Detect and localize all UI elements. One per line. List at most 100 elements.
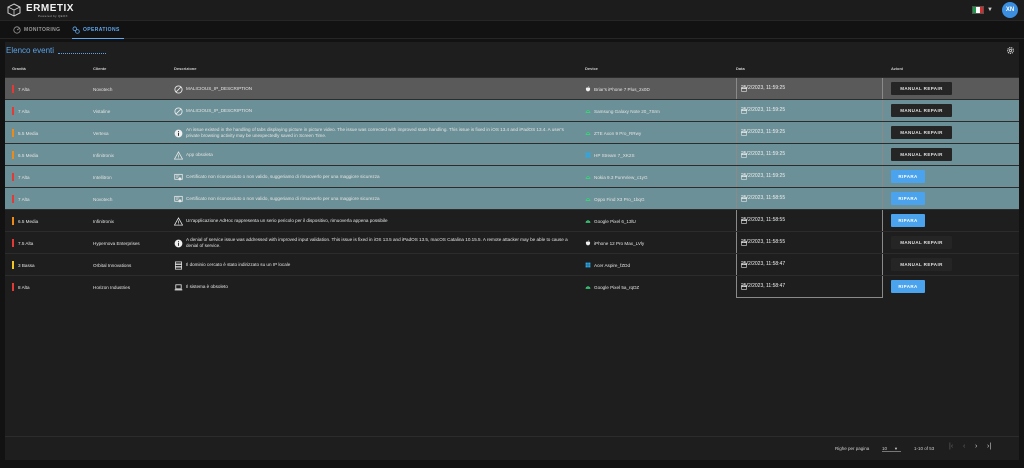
table-row[interactable]: 3 Bassa Orbital Innovations Il dominio cer… bbox=[5, 253, 1019, 276]
chevron-down-icon: ▼ bbox=[894, 446, 898, 451]
description-text: MALICIOUS_IP_DESCRIPTION bbox=[186, 86, 253, 91]
severity-cell: 7 Alta bbox=[12, 188, 30, 210]
action-label: MANUAL REPAIR bbox=[900, 108, 943, 113]
client-name: Vistaline bbox=[93, 108, 111, 114]
severity-cell: 8 Alta bbox=[12, 276, 30, 298]
user-avatar[interactable]: XN bbox=[1002, 2, 1018, 18]
brand-name: ERMETIX bbox=[26, 3, 74, 14]
server-icon bbox=[174, 261, 183, 270]
ripara-button[interactable]: RIPARA bbox=[891, 192, 925, 205]
client-cell: Novotech bbox=[93, 188, 112, 210]
next-page-button[interactable]: › bbox=[975, 443, 977, 450]
header-severity[interactable]: Gravità bbox=[12, 66, 26, 71]
first-page-button[interactable]: |‹ bbox=[949, 443, 953, 450]
device-cell: Google Pixel 6_13lU bbox=[585, 210, 636, 232]
previous-page-button[interactable]: ‹ bbox=[963, 443, 965, 450]
manual-repair-button[interactable]: MANUAL REPAIR bbox=[891, 148, 952, 161]
manual-repair-button[interactable]: MANUAL REPAIR bbox=[891, 258, 952, 271]
manual-repair-button[interactable]: MANUAL REPAIR bbox=[891, 104, 952, 117]
block-icon bbox=[174, 106, 183, 116]
severity-indicator bbox=[12, 239, 14, 247]
severity-cell: 7 Alta bbox=[12, 100, 30, 122]
ripara-button[interactable]: RIPARA bbox=[891, 214, 925, 227]
client-cell: Hypernova Enterprises bbox=[93, 232, 140, 254]
header-device[interactable]: Device bbox=[585, 66, 598, 71]
operations-icon bbox=[72, 26, 80, 34]
rows-per-page-select[interactable]: 10 ▼ bbox=[882, 446, 902, 452]
table-row[interactable]: 7 Alta Novotech MALICIOUS_IP_DESCRIPTION Br… bbox=[5, 77, 1019, 100]
table-row[interactable]: 7 Alta Intellitron Certificato non riconos… bbox=[5, 165, 1019, 188]
brand-subtitle: Powered by QEOX bbox=[38, 14, 68, 18]
header-client[interactable]: Cliente bbox=[93, 66, 106, 71]
table-row[interactable]: 8 Alta Horizon Industries Il sistema è obs… bbox=[5, 275, 1019, 298]
device-cell: Briar's iPhone 7 Plus_2x0D bbox=[585, 78, 650, 100]
monitoring-icon bbox=[13, 26, 21, 34]
device-cell: Nokia 9.3 PureView_c1yG bbox=[585, 166, 648, 188]
tab-monitoring[interactable]: MONITORING bbox=[13, 21, 61, 39]
table-footer: Righe per pagina 10 ▼ 1-10 of 53 |‹ ‹ › … bbox=[5, 436, 1019, 460]
severity-value: 7 Alta bbox=[18, 86, 30, 92]
language-selector[interactable]: ▼ bbox=[972, 6, 994, 15]
laptop-icon bbox=[174, 283, 183, 292]
android-icon bbox=[585, 284, 591, 290]
date-value: 25/2/2023, 11:58:47 bbox=[741, 261, 786, 267]
severity-value: 3 Bassa bbox=[18, 262, 35, 268]
description-text: Certificato non riconosciuto o non valid… bbox=[186, 174, 380, 179]
severity-value: 7 Alta bbox=[18, 108, 30, 114]
client-cell: Intellitron bbox=[93, 166, 112, 188]
tab-operations[interactable]: OPERATIONS bbox=[72, 21, 124, 39]
table-row[interactable]: 6.5 Media Infinitronix Un'applicazione AdH… bbox=[5, 209, 1019, 232]
table-row[interactable]: 7 Alta Novotech Certificato non riconosciu… bbox=[5, 187, 1019, 210]
date-value: 25/2/2023, 11:59:25 bbox=[741, 173, 786, 179]
severity-indicator bbox=[12, 85, 14, 93]
info-icon bbox=[174, 239, 183, 248]
client-name: Novotech bbox=[93, 196, 113, 202]
date-value: 25/2/2023, 11:59:25 bbox=[741, 151, 786, 157]
header-actions: Azioni bbox=[891, 66, 903, 71]
header-description[interactable]: Descrizione bbox=[174, 66, 196, 71]
settings-gear-icon[interactable] bbox=[1006, 46, 1015, 55]
android-icon bbox=[585, 174, 591, 180]
android-icon bbox=[585, 130, 591, 136]
title-underline bbox=[58, 53, 107, 54]
client-name: Infinitronix bbox=[93, 152, 114, 158]
manual-repair-button[interactable]: MANUAL REPAIR bbox=[891, 236, 952, 249]
date-value: 25/2/2023, 11:58:47 bbox=[741, 283, 786, 289]
severity-indicator bbox=[12, 173, 14, 181]
table-header: Gravità Cliente Descrizione Device Data … bbox=[5, 63, 1019, 76]
client-cell: Horizon Industries bbox=[93, 276, 130, 298]
device-name: Nokia 9.3 PureView_c1yG bbox=[594, 174, 648, 180]
severity-indicator bbox=[12, 151, 14, 159]
severity-cell: 7 Alta bbox=[12, 78, 30, 100]
device-name: Briar's iPhone 7 Plus_2x0D bbox=[594, 86, 650, 92]
table-row[interactable]: 6.5 Media Infinitronix App obsoleta HP Stre… bbox=[5, 143, 1019, 166]
description-cell: Certificato non riconosciuto o non valid… bbox=[174, 188, 380, 210]
severity-cell: 3 Bassa bbox=[12, 254, 35, 276]
action-label: MANUAL REPAIR bbox=[900, 130, 943, 135]
device-name: ZTE Axon 9 Pro_RRwy bbox=[594, 130, 642, 136]
manual-repair-button[interactable]: MANUAL REPAIR bbox=[891, 82, 952, 95]
certificate-icon bbox=[174, 195, 183, 204]
header-date[interactable]: Data bbox=[736, 66, 745, 71]
warning-icon bbox=[173, 150, 184, 160]
ripara-button[interactable]: RIPARA bbox=[891, 280, 925, 293]
chevron-down-icon: ▼ bbox=[987, 7, 993, 13]
last-page-button[interactable]: ›| bbox=[987, 443, 991, 450]
date-value: 25/2/2023, 11:58:55 bbox=[741, 217, 786, 223]
table-row[interactable]: 7 Alta Vistaline MALICIOUS_IP_DESCRIPTION S… bbox=[5, 99, 1019, 122]
client-cell: Novotech bbox=[93, 78, 112, 100]
severity-cell: 5.5 Media bbox=[12, 122, 38, 144]
severity-cell: 6.5 Media bbox=[12, 210, 38, 232]
ripara-button[interactable]: RIPARA bbox=[891, 170, 925, 183]
table-row[interactable]: 7.5 Alta Hypernova Enterprises A denial of… bbox=[5, 231, 1019, 254]
manual-repair-button[interactable]: MANUAL REPAIR bbox=[891, 126, 952, 139]
description-text: A denial of service issue was addressed … bbox=[186, 237, 568, 248]
severity-value: 5.5 Media bbox=[18, 130, 39, 136]
action-label: MANUAL REPAIR bbox=[900, 262, 943, 267]
date-value: 25/2/2023, 11:58:55 bbox=[741, 239, 786, 245]
windows-icon bbox=[585, 262, 591, 268]
action-label: MANUAL REPAIR bbox=[900, 240, 943, 245]
table-row[interactable]: 5.5 Media Vertexa An issue existed in the … bbox=[5, 121, 1019, 144]
device-name: Oppo Find X3 Pro_1bqG bbox=[594, 196, 645, 202]
device-cell: Samsung Galaxy Note 20_7Srm bbox=[585, 100, 660, 122]
